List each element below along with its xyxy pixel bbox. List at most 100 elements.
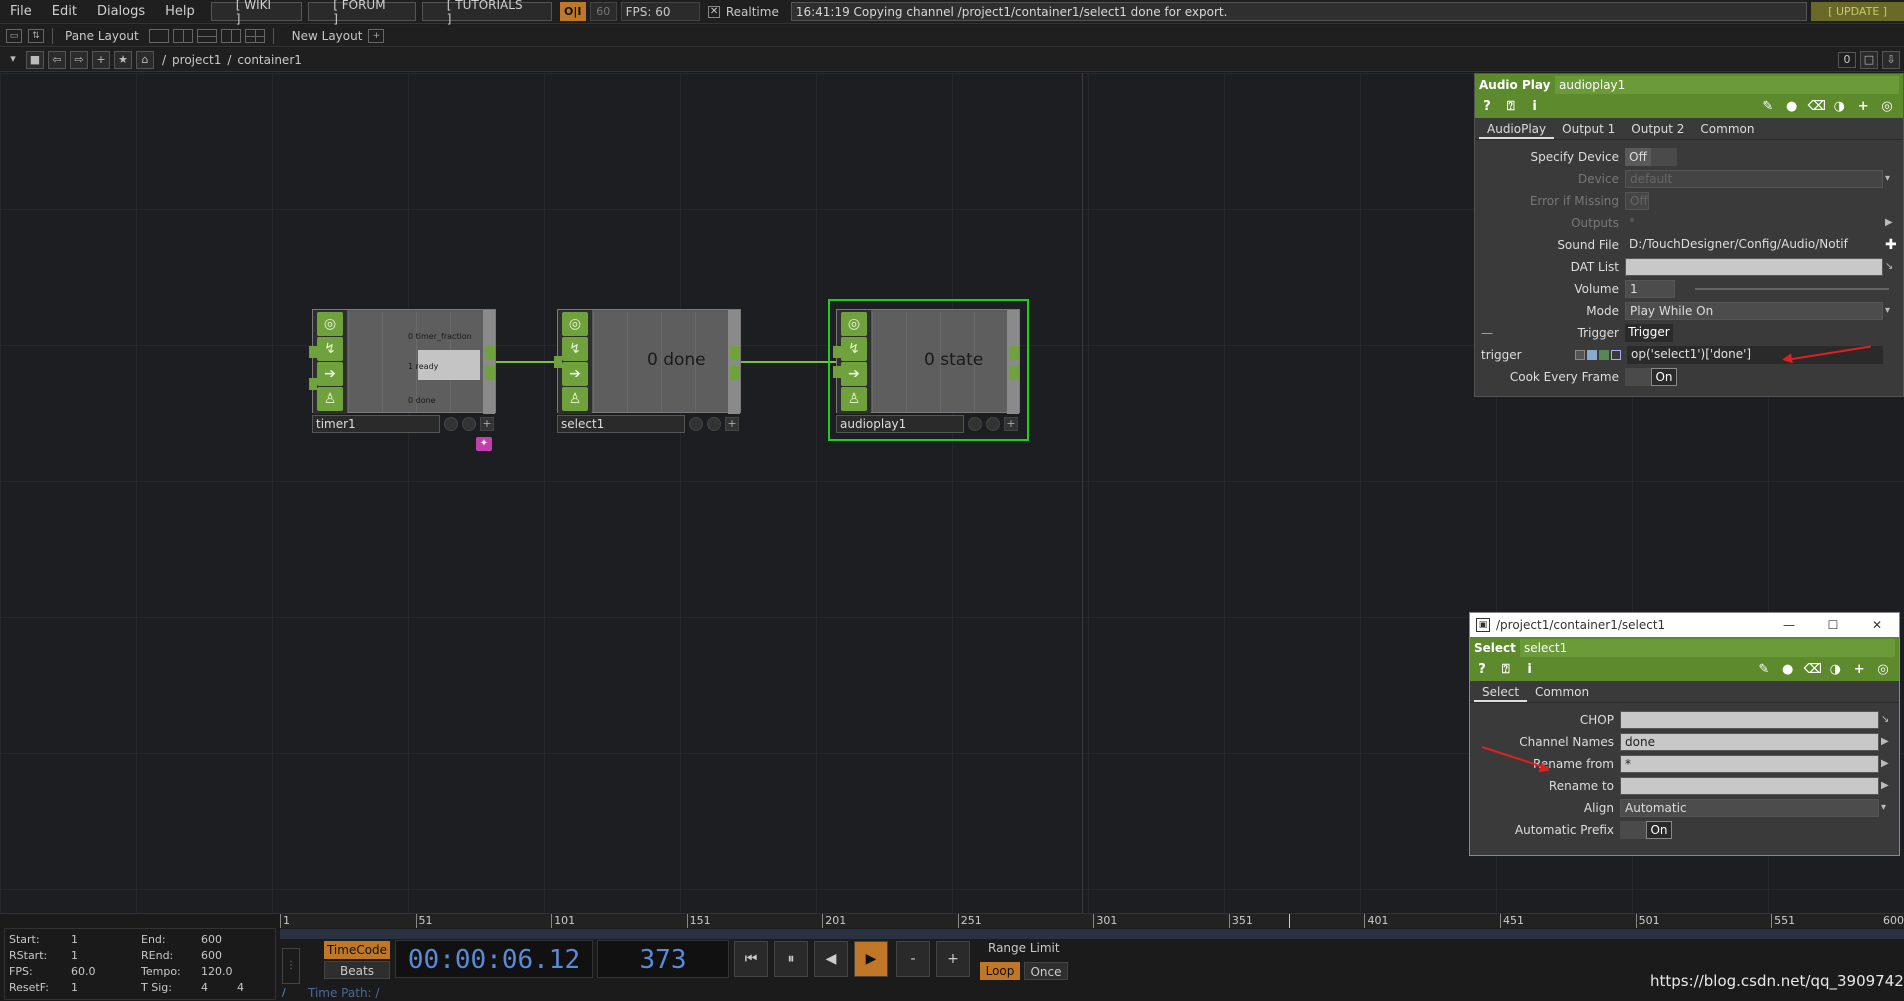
error-missing-toggle[interactable]: Off [1625, 192, 1649, 210]
play-arrow-icon[interactable]: ▶ [1881, 734, 1893, 750]
volume-slider[interactable] [1695, 288, 1889, 290]
automatic-prefix-toggle[interactable]: On [1646, 821, 1672, 839]
trigger-button[interactable]: Trigger [1625, 324, 1673, 342]
path-project[interactable]: project1 [172, 53, 221, 67]
target-icon[interactable]: ◎ [1875, 662, 1891, 678]
display-icon[interactable]: ♙ [317, 387, 343, 411]
mode-expression-icon[interactable] [1587, 350, 1597, 360]
play-forward-button[interactable]: ▶ [854, 941, 888, 977]
tutorials-button[interactable]: [ TUTORIALS ] [421, 0, 552, 26]
star-icon[interactable]: ★ [114, 50, 132, 69]
close-icon[interactable]: ✕ [1855, 618, 1899, 632]
mode-bind-icon[interactable] [1611, 350, 1621, 360]
timer-node-label[interactable]: timer1 [312, 415, 440, 433]
audioplay-node-label[interactable]: audioplay1 [836, 415, 964, 433]
select-node[interactable]: ◎ ↯ ➔ ♙ 0 done [554, 309, 741, 414]
mode-constant-icon[interactable] [1575, 350, 1585, 360]
frame-display[interactable]: 373 [597, 940, 729, 978]
export-icon[interactable]: ➔ [562, 362, 588, 386]
eraser-icon[interactable]: ⌫ [1808, 99, 1826, 115]
update-button[interactable]: [ UPDATE ] [1811, 2, 1904, 21]
mode-dropdown[interactable]: Play While On [1625, 302, 1883, 320]
help-icon[interactable]: ? [1479, 99, 1495, 115]
eraser-icon[interactable]: ⌫ [1804, 662, 1822, 678]
python-icon[interactable]: ◑ [1831, 99, 1847, 115]
export-icon[interactable]: ➔ [841, 362, 867, 386]
download-icon[interactable]: ⇩ [1882, 50, 1900, 69]
timer-flag-icon[interactable]: ✦ [476, 437, 492, 451]
realtime-checkbox[interactable]: ✕ [708, 5, 720, 18]
chevron-down-icon[interactable]: ▾ [4, 51, 22, 69]
pause-button[interactable]: ⏸ [774, 941, 808, 977]
display-icon[interactable]: ♙ [841, 387, 867, 411]
timeline-lock-icon[interactable]: ⋮ [282, 948, 300, 984]
start-value[interactable]: 1 [71, 933, 78, 946]
dat-list-field[interactable] [1625, 258, 1883, 276]
forward-icon[interactable]: ⇨ [70, 50, 88, 69]
collapse-icon[interactable]: — [1481, 326, 1493, 340]
maximize-icon[interactable]: □ [1860, 50, 1878, 69]
plus-icon[interactable]: + [480, 417, 494, 431]
tsig-value-2[interactable]: 4 [237, 981, 244, 994]
split-icon[interactable]: ⇅ [28, 28, 44, 43]
sound-file-field[interactable]: D:/TouchDesigner/Config/Audio/Notif [1625, 236, 1883, 254]
fps-value[interactable]: 60.0 [71, 965, 96, 978]
bypass-icon[interactable]: ↯ [841, 337, 867, 361]
select-node-label[interactable]: select1 [557, 415, 685, 433]
rstart-value[interactable]: 1 [71, 949, 78, 962]
minimize-icon[interactable]: — [1767, 618, 1811, 632]
menu-dialogs[interactable]: Dialogs [87, 4, 155, 19]
menu-file[interactable]: File [0, 4, 42, 19]
tab-output-2[interactable]: Output 2 [1623, 119, 1692, 139]
audioplay-node[interactable]: ◎ ↯ ➔ ♙ 0 state [833, 309, 1020, 414]
align-dropdown[interactable]: Automatic [1620, 799, 1879, 817]
window-titlebar[interactable]: ▣ /project1/container1/select1 — ☐ ✕ [1470, 613, 1899, 637]
tab-output-1[interactable]: Output 1 [1554, 119, 1623, 139]
wiki-button[interactable]: [ WIKI ] [210, 0, 303, 26]
add-icon[interactable]: + [92, 50, 110, 69]
layout-quad-icon[interactable] [244, 28, 265, 43]
channel-names-field[interactable]: done [1620, 733, 1879, 751]
layout-tri-icon[interactable] [220, 28, 241, 43]
mode-export-icon[interactable] [1599, 350, 1609, 360]
device-dropdown[interactable]: default [1625, 170, 1883, 188]
display-icon[interactable]: ♙ [562, 387, 588, 411]
tab-common[interactable]: Common [1527, 682, 1597, 702]
path-container[interactable]: container1 [237, 53, 302, 67]
step-back-button[interactable]: - [896, 941, 930, 977]
tab-audioplay[interactable]: AudioPlay [1479, 119, 1555, 139]
help-icon[interactable]: ? [1474, 662, 1490, 678]
outputs-field[interactable]: * [1625, 214, 1883, 232]
perf-toggle[interactable]: O|I [559, 2, 586, 21]
rename-from-field[interactable]: * [1620, 755, 1879, 773]
timecode-display[interactable]: 00:00:06.12 [395, 940, 593, 978]
comment-icon[interactable]: ● [1780, 662, 1796, 678]
target-icon[interactable]: ◎ [1879, 99, 1895, 115]
play-arrow-icon[interactable]: ▶ [1885, 215, 1897, 231]
menu-edit[interactable]: Edit [42, 4, 87, 19]
info-icon[interactable]: i [1522, 662, 1538, 678]
cook-every-frame-toggle[interactable]: On [1651, 368, 1677, 386]
play-arrow-icon[interactable]: ▶ [1881, 778, 1893, 794]
once-button[interactable]: Once [1024, 962, 1068, 980]
cook-icon[interactable]: ◎ [562, 312, 588, 336]
resetf-value[interactable]: 1 [71, 981, 78, 994]
python-help-icon[interactable]: ⍰ [1503, 99, 1519, 115]
chop-field[interactable] [1620, 711, 1879, 729]
cook-icon[interactable]: ◎ [841, 312, 867, 336]
tab-select[interactable]: Select [1474, 682, 1528, 702]
export-icon[interactable]: ➔ [317, 362, 343, 386]
timer-node[interactable]: ◎ ↯ ➔ ♙ 0 timer_fraction 1 ready 0 done [309, 309, 496, 414]
bypass-icon[interactable]: ↯ [317, 337, 343, 361]
end-value[interactable]: 600 [201, 933, 222, 946]
pane-icon[interactable]: ▭ [6, 28, 22, 43]
tsig-value-1[interactable]: 4 [201, 981, 208, 994]
step-forward-button[interactable]: + [936, 941, 970, 977]
link-icon[interactable]: ↘ [1881, 712, 1893, 728]
layout-vsplit-icon[interactable] [172, 28, 193, 43]
plus-icon[interactable]: + [725, 417, 739, 431]
timeline-ruler[interactable]: 1 51 101 151 201 251 301 351 401 451 501 551 600 [280, 914, 1904, 928]
tab-common[interactable]: Common [1692, 119, 1762, 139]
bypass-icon[interactable]: ↯ [562, 337, 588, 361]
beats-button[interactable]: Beats [324, 961, 390, 979]
